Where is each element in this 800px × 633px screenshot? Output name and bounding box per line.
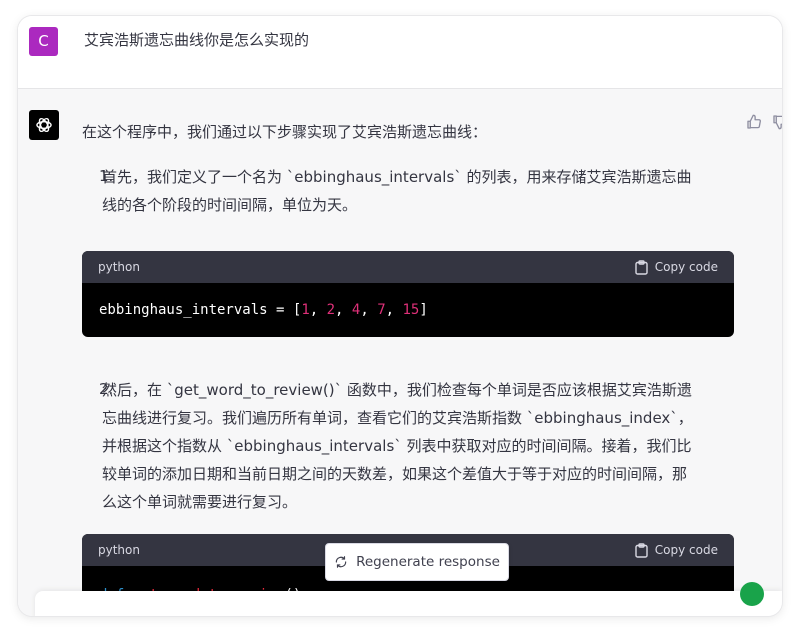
copy-code-label: Copy code <box>654 260 718 274</box>
copy-code-button[interactable]: Copy code <box>635 542 718 558</box>
code-language: python <box>98 543 140 557</box>
code-language: python <box>98 260 140 274</box>
message-input-area[interactable] <box>35 591 782 616</box>
copy-code-label: Copy code <box>654 543 718 557</box>
refresh-icon <box>335 556 347 568</box>
clipboard-icon <box>635 259 648 275</box>
step-2-line: 较单词的添加日期和当前日期之间的天数差，如果这个差值大于等于对应的时间间隔，那 <box>102 465 688 483</box>
user-message-text: 艾宾浩斯遗忘曲线你是怎么实现的 <box>84 31 310 49</box>
openai-logo-icon <box>29 110 59 140</box>
step-2-line: 并根据这个指数从 `ebbinghaus_intervals` 列表中获取对应的… <box>102 437 692 455</box>
answer-intro: 在这个程序中，我们通过以下步骤实现了艾宾浩斯遗忘曲线： <box>82 123 488 141</box>
thumbs-up-icon[interactable] <box>745 113 763 131</box>
user-avatar: C <box>29 27 58 56</box>
step-2-line: 忘曲线进行复习。我们遍历所有单词，查看它们的艾宾浩斯指数 `ebbinghaus… <box>102 409 693 427</box>
regenerate-label: Regenerate response <box>356 554 500 570</box>
copy-code-button[interactable]: Copy code <box>635 259 718 275</box>
assistant-message-row: 在这个程序中，我们通过以下步骤实现了艾宾浩斯遗忘曲线： 1. 首先，我们定义了一… <box>18 89 782 616</box>
step-2-line: 么这个单词就需要进行复习。 <box>102 493 298 511</box>
user-message-row: C 艾宾浩斯遗忘曲线你是怎么实现的 <box>18 16 782 89</box>
chat-frame: C 艾宾浩斯遗忘曲线你是怎么实现的 在这个程序中，我们通过以下步骤实现了艾宾浩斯… <box>18 16 782 616</box>
clipboard-icon <box>635 542 648 558</box>
code-block-1: python Copy code ebbinghaus_intervals = … <box>82 251 734 337</box>
code-header: python Copy code <box>82 251 734 283</box>
step-1-line: 线的各个阶段的时间间隔，单位为天。 <box>102 196 358 214</box>
code-line: ebbinghaus_intervals = [1, 2, 4, 7, 15] <box>99 302 428 318</box>
step-1-line: 首先，我们定义了一个名为 `ebbinghaus_intervals` 的列表，… <box>102 168 692 186</box>
grammar-check-icon[interactable] <box>740 582 764 606</box>
regenerate-response-button[interactable]: Regenerate response <box>325 543 509 581</box>
step-2-line: 然后，在 `get_word_to_review()` 函数中，我们检查每个单词… <box>102 381 692 399</box>
thumbs-down-icon[interactable] <box>771 113 782 131</box>
